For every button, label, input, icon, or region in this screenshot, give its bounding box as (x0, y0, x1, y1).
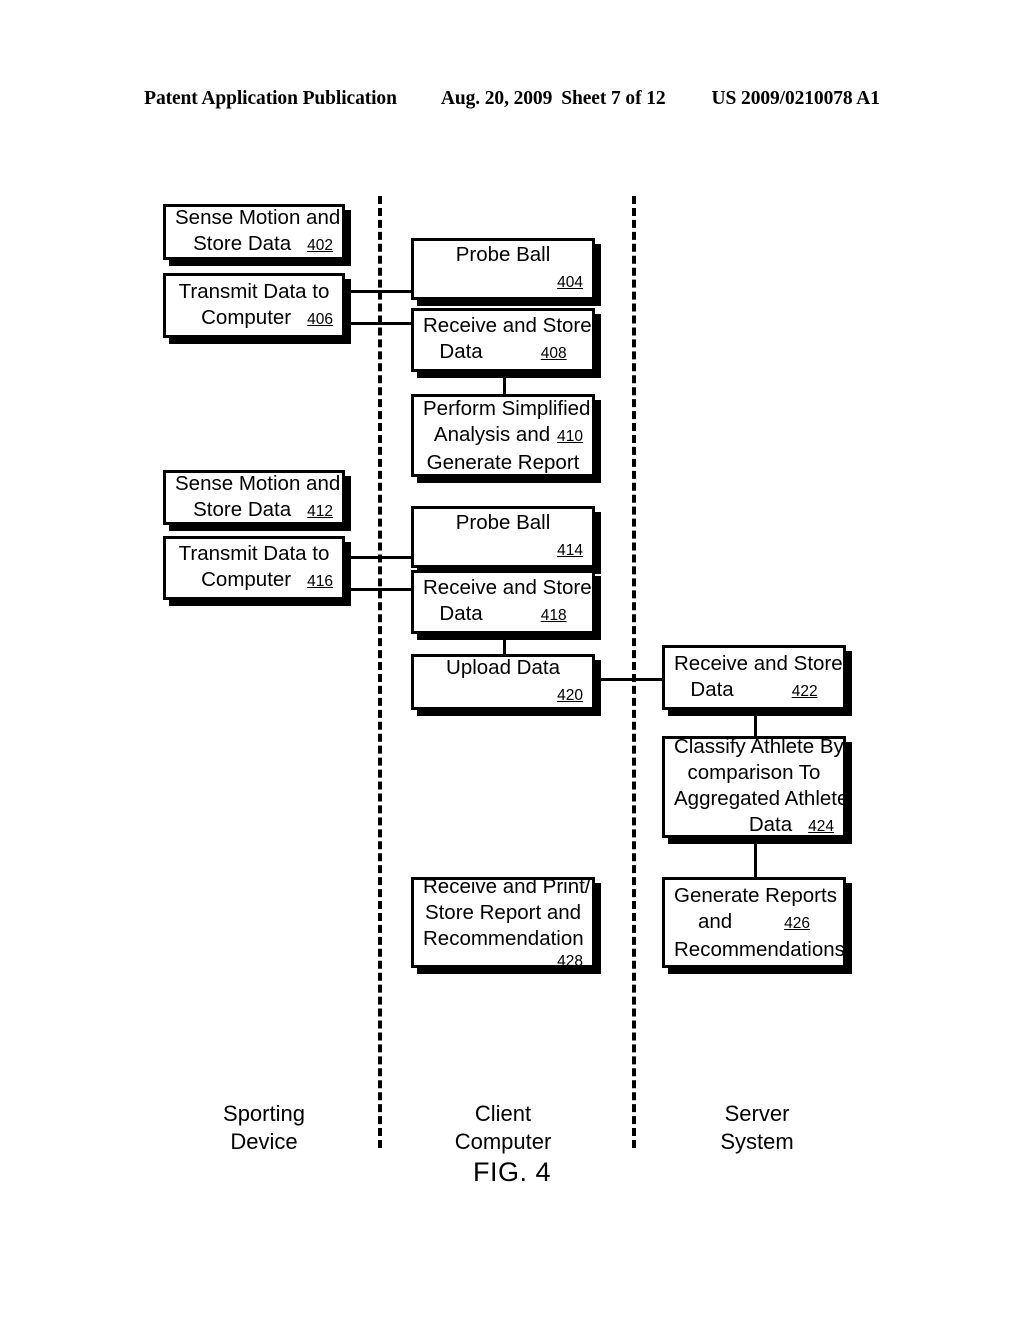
reference-numeral-420: 420 (557, 687, 583, 704)
reference-numeral-412: 412 (307, 502, 333, 520)
process-box-406[interactable]: Transmit Data to Computer 406 (163, 273, 345, 338)
process-box-424-line-1: Classify Athlete By (674, 735, 844, 758)
flowchart-figure: Sense Motion and Store Data 402 Transmit … (0, 0, 1024, 1320)
reference-numeral-408: 408 (540, 345, 567, 362)
process-box-402-line-1: Sense Motion and (175, 206, 341, 229)
reference-numeral-410: 410 (557, 427, 583, 445)
process-box-418[interactable]: Receive and Store Data 418 (411, 570, 595, 634)
process-box-424-line-3: Aggregated Athlete (674, 787, 849, 810)
connector-406-to-408 (345, 322, 413, 325)
process-box-404[interactable]: Probe Ball 404 (411, 238, 595, 300)
process-box-418-line-1: Receive and Store (423, 576, 592, 599)
reference-numeral-404: 404 (557, 274, 583, 291)
figure-label: FIG. 4 (472, 1157, 551, 1187)
reference-numeral-414: 414 (557, 542, 583, 559)
process-box-422-line-1: Receive and Store (674, 651, 843, 675)
process-box-420-ref-line: 420 (423, 681, 583, 709)
connector-416-to-414 (345, 556, 413, 559)
process-box-402-line-2: Store Data 402 (193, 232, 333, 255)
lane-divider-sporting-client (378, 196, 382, 1148)
process-box-408-line-1: Receive and Store (423, 314, 592, 337)
process-box-406-line-1: Transmit Data to (178, 279, 330, 303)
reference-numeral-416: 416 (307, 573, 333, 590)
lane-caption-client-computer: Client Computer (403, 1100, 603, 1156)
process-box-412[interactable]: Sense Motion and Store Data 412 (163, 470, 345, 525)
lane-caption-sporting-device-line-1: Sporting (223, 1101, 305, 1126)
process-box-424-line-4: Data 424 (748, 813, 834, 836)
connector-420-to-422 (592, 678, 666, 681)
process-box-418-line-2: Data 418 (439, 602, 567, 625)
process-box-416[interactable]: Transmit Data to Computer 416 (163, 536, 345, 600)
process-box-410[interactable]: Perform Simplified Analysis and 410 Gener… (411, 394, 595, 477)
process-box-420-line-1: Upload Data (446, 656, 560, 679)
process-box-414-line-1: Probe Ball (455, 511, 551, 534)
reference-numeral-424: 424 (808, 818, 834, 835)
reference-numeral-406: 406 (307, 310, 333, 328)
process-box-428-line-2: Store Report and (424, 901, 582, 924)
process-box-424[interactable]: Classify Athlete By comparison To Aggreg… (662, 735, 849, 838)
connector-416-to-418 (345, 588, 413, 591)
lane-caption-client-computer-line-1: Client (474, 1101, 532, 1126)
lane-divider-client-server (632, 196, 636, 1148)
process-box-410-line-3: Generate Report (426, 450, 580, 474)
process-box-408-line-2: Data 408 (439, 340, 567, 363)
connector-422-to-424 (754, 710, 757, 736)
process-box-420[interactable]: Upload Data 420 (411, 654, 595, 710)
lane-caption-server-system-line-2: System (720, 1129, 794, 1154)
process-box-410-line-2: Analysis and 410 (433, 422, 583, 446)
process-box-428-line-3: Recommendation (423, 927, 584, 950)
reference-numeral-418: 418 (540, 607, 567, 624)
lane-caption-server-system: Server System (657, 1100, 857, 1156)
process-box-414[interactable]: Probe Ball 414 (411, 506, 595, 568)
process-box-412-line-2: Store Data 412 (193, 497, 333, 521)
process-box-416-line-2: Computer 416 (201, 568, 333, 591)
process-box-426-line-1: Generate Reports (674, 883, 837, 907)
process-box-422-line-2: Data 422 (690, 677, 818, 701)
connector-408-to-410 (503, 370, 506, 394)
process-box-428[interactable]: Receive and Print/ Store Report and Reco… (411, 875, 595, 970)
process-box-404-line-1: Probe Ball (455, 243, 551, 266)
process-box-408[interactable]: Receive and Store Data 408 (411, 308, 595, 372)
process-box-416-line-1: Transmit Data to (178, 542, 330, 565)
process-box-428-ref-line: 428 (423, 952, 583, 970)
process-box-410-line-1: Perform Simplified (423, 396, 591, 420)
reference-numeral-402: 402 (307, 237, 333, 254)
process-box-426[interactable]: Generate Reports and 426 Recommendations (662, 877, 846, 968)
reference-numeral-426: 426 (784, 914, 811, 932)
connector-418-to-420 (503, 632, 506, 654)
process-box-424-line-2: comparison To (687, 761, 821, 784)
process-box-426-line-2: and 426 (697, 909, 811, 933)
process-box-404-ref-line: 404 (423, 268, 583, 296)
lane-caption-sporting-device-line-2: Device (230, 1129, 298, 1154)
process-box-402[interactable]: Sense Motion and Store Data 402 (163, 204, 345, 260)
reference-numeral-422: 422 (791, 682, 818, 700)
process-box-426-line-3: Recommendations (674, 937, 845, 961)
connector-424-to-426 (754, 838, 757, 880)
process-box-414-ref-line: 414 (423, 536, 583, 564)
lane-caption-sporting-device: Sporting Device (164, 1100, 364, 1156)
process-box-422[interactable]: Receive and Store Data 422 (662, 645, 846, 710)
process-box-412-line-1: Sense Motion and (175, 471, 341, 495)
lane-caption-client-computer-line-2: Computer (454, 1129, 552, 1154)
process-box-428-line-1: Receive and Print/ (423, 875, 591, 898)
process-box-406-line-2: Computer 406 (201, 305, 333, 329)
connector-406-to-404 (345, 290, 413, 293)
lane-caption-server-system-line-1: Server (724, 1101, 790, 1126)
reference-numeral-428: 428 (557, 953, 583, 970)
